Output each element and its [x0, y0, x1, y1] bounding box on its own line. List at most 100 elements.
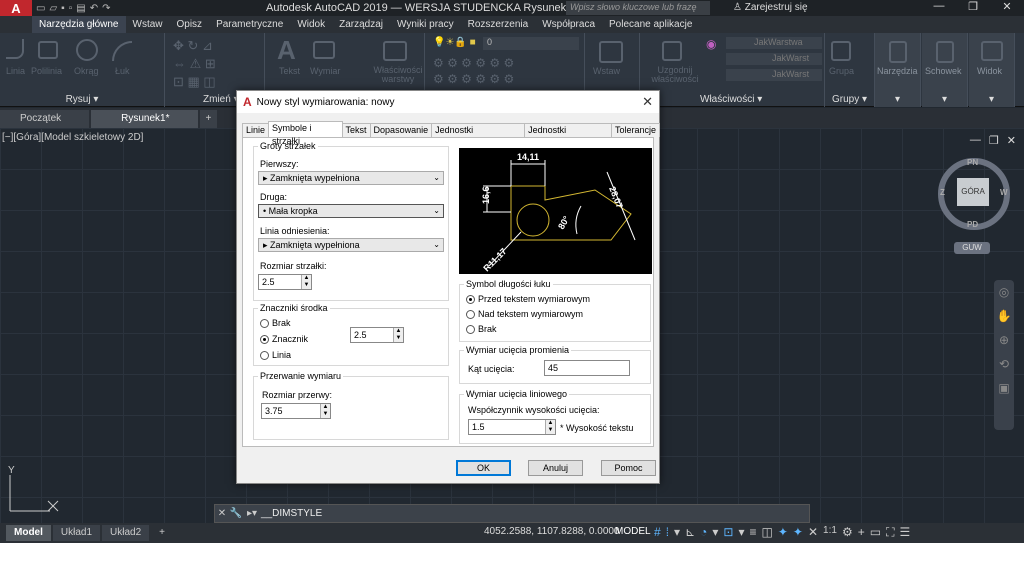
layer-properties-icon[interactable] — [383, 41, 407, 61]
tab-tolerances[interactable]: Tolerancje — [610, 123, 660, 137]
clipboard-dropdown-icon[interactable]: ▾ — [922, 94, 967, 105]
grid-icon[interactable]: # — [654, 525, 661, 540]
view-dropdown-icon[interactable]: ▾ — [969, 94, 1014, 105]
tab-parametric[interactable]: Parametryczne — [209, 16, 290, 33]
viewport-minimize-icon[interactable]: — — [970, 134, 981, 147]
tab-alternate-units[interactable]: Jednostki dodatkowe — [524, 123, 612, 148]
command-line[interactable]: ✕ 🔧 ▸▾ __DIMSTYLE — [214, 504, 810, 523]
layer-tools-icons[interactable]: ⚙ ⚙ ⚙ ⚙ ⚙ ⚙ ⚙ ⚙ ⚙ ⚙ ⚙ ⚙ — [433, 55, 514, 87]
undo-icon[interactable]: ↶ — [90, 3, 98, 14]
annotation-visibility-icon[interactable]: ✦ — [793, 525, 803, 540]
sign-in-link[interactable]: ♙ Zarejestruj się — [733, 2, 808, 13]
arc-above-radio[interactable]: Nad tekstem wymiarowym — [466, 309, 583, 319]
ortho-icon[interactable]: ⊾ — [685, 525, 695, 540]
leader-arrow-select[interactable]: ▸ Zamknięta wypełniona ⌄ — [258, 238, 444, 252]
workspace-icon[interactable]: ⚙ — [842, 525, 853, 540]
stepper-arrows-icon[interactable]: ▲ ▼ — [320, 404, 330, 418]
scale-value[interactable]: 1:1 — [823, 525, 837, 540]
search-input[interactable]: Wpisz słowo kluczowe lub frazę — [566, 1, 710, 15]
center-mark-mark-radio[interactable]: Znacznik — [260, 334, 308, 344]
calculator-icon[interactable] — [889, 41, 907, 63]
model-space-button[interactable]: MODEL — [615, 526, 651, 537]
infer-icon[interactable]: ▾ — [674, 525, 680, 540]
doc-tab-drawing[interactable]: Rysunek1* — [91, 110, 198, 128]
arc-none-radio[interactable]: Brak — [466, 324, 497, 334]
navigation-bar[interactable]: ◎ ✋ ⊕ ⟲ ▣ — [994, 280, 1014, 430]
linetype-dropdown[interactable]: JakWarst — [726, 53, 822, 65]
polar-icon[interactable]: ◔ — [700, 525, 707, 540]
annotation-scale-icon[interactable]: ✦ — [778, 525, 788, 540]
dialog-close-icon[interactable]: ✕ — [642, 94, 653, 110]
center-mark-line-radio[interactable]: Linia — [260, 350, 291, 360]
units-icon[interactable]: ▭ — [870, 525, 881, 540]
tab-collaborate[interactable]: Współpraca — [535, 16, 602, 33]
viewport-restore-icon[interactable]: ❐ — [989, 134, 999, 147]
customize-icon[interactable]: ☰ — [899, 525, 910, 540]
break-size-stepper[interactable]: 3.75 ▲ ▼ — [261, 403, 331, 419]
cmd-close-icon[interactable]: ✕ — [215, 508, 229, 519]
cmd-settings-icon[interactable]: 🔧 — [229, 508, 243, 519]
center-mark-none-radio[interactable]: Brak — [260, 318, 291, 328]
isodraft-icon[interactable]: ▾ — [712, 525, 718, 540]
compass-west[interactable]: Z — [940, 188, 945, 197]
jog-factor-stepper[interactable]: 1.5 ▲ ▼ — [468, 419, 556, 435]
tab-primary-units[interactable]: Jednostki podstawowe — [431, 123, 526, 148]
new-tab-button[interactable]: + — [199, 110, 218, 128]
layer-dropdown[interactable]: 0 — [483, 37, 579, 50]
utilities-dropdown-icon[interactable]: ▾ — [875, 94, 920, 105]
first-arrow-select[interactable]: ▸ Zamknięta wypełniona ⌄ — [258, 171, 444, 185]
autocad-logo-icon[interactable]: A — [0, 0, 32, 16]
layout-tab-1[interactable]: Układ1 — [52, 525, 101, 541]
tab-lines[interactable]: Linie — [242, 123, 270, 137]
layer-state-icons[interactable]: 💡☀🔒 ■ — [433, 37, 476, 48]
stepper-arrows-icon[interactable]: ▲ ▼ — [393, 328, 403, 342]
compass-east[interactable]: W — [1000, 188, 1008, 197]
second-arrow-select[interactable]: • Mała kropka ⌄ — [258, 204, 444, 218]
stepper-arrows-icon[interactable]: ▲ ▼ — [301, 275, 311, 289]
print-icon[interactable]: ▤ — [76, 3, 85, 14]
snap-icon[interactable]: ⁞ — [666, 525, 669, 540]
viewcube-top[interactable]: GÓRA — [957, 178, 989, 206]
arc-before-radio[interactable]: Przed tekstem wymiarowym — [466, 294, 590, 304]
help-button[interactable]: Pomoc — [601, 460, 656, 476]
add-layout-button[interactable]: + — [151, 525, 173, 541]
tab-output[interactable]: Wyniki pracy — [390, 16, 461, 33]
jog-angle-input[interactable]: 45 — [544, 360, 630, 376]
stepper-arrows-icon[interactable]: ▲ ▼ — [545, 420, 555, 434]
group-icon[interactable] — [831, 41, 851, 61]
nav-tools-icons[interactable]: ◎ ✋ ⊕ ⟲ ▣ — [994, 280, 1014, 400]
center-mark-size-stepper[interactable]: 2.5 ▲ ▼ — [350, 327, 404, 343]
arc-icon[interactable] — [112, 41, 132, 61]
otrack-icon[interactable]: ▾ — [738, 525, 744, 540]
tab-view[interactable]: Widok — [290, 16, 332, 33]
tab-symbols-arrows[interactable]: Symbole i strzałki — [268, 121, 343, 146]
maximize-icon[interactable]: ❐ — [956, 0, 990, 16]
arrow-size-stepper[interactable]: 2.5 ▲ ▼ — [258, 274, 312, 290]
save-icon[interactable]: ▪ — [61, 3, 65, 14]
compass-south[interactable]: PD — [967, 220, 978, 229]
layout-tab-model[interactable]: Model — [6, 525, 51, 541]
tab-insert[interactable]: Wstaw — [126, 16, 170, 33]
ok-button[interactable]: OK — [456, 460, 511, 476]
redo-icon[interactable]: ↷ — [102, 3, 110, 14]
tab-addins[interactable]: Rozszerzenia — [461, 16, 536, 33]
lineweight-dropdown[interactable]: JakWarst — [726, 69, 822, 81]
tab-text[interactable]: Tekst — [341, 123, 371, 137]
doc-tab-start[interactable]: Początek — [0, 110, 90, 128]
text-tool-icon[interactable]: A — [277, 35, 296, 66]
close-icon[interactable]: ✕ — [990, 0, 1024, 16]
save-as-icon[interactable]: ▫ — [69, 3, 73, 14]
annotation-monitor-icon[interactable]: + — [858, 525, 865, 540]
insert-block-icon[interactable] — [599, 41, 623, 63]
tab-fit[interactable]: Dopasowanie — [369, 123, 433, 137]
polyline-icon[interactable] — [38, 41, 58, 59]
tab-featured-apps[interactable]: Polecane aplikacje — [602, 16, 699, 33]
new-file-icon[interactable]: ▭ — [36, 3, 45, 14]
clipboard-icon[interactable] — [936, 41, 954, 63]
viewport-label[interactable]: [−][Góra][Model szkieletowy 2D] — [2, 132, 143, 143]
tab-manage[interactable]: Zarządzaj — [332, 16, 390, 33]
circle-icon[interactable] — [76, 39, 98, 61]
transparency-icon[interactable]: ◫ — [762, 525, 773, 540]
dimension-icon[interactable] — [313, 41, 335, 59]
color-wheel-icon[interactable]: ◉ — [706, 37, 716, 51]
